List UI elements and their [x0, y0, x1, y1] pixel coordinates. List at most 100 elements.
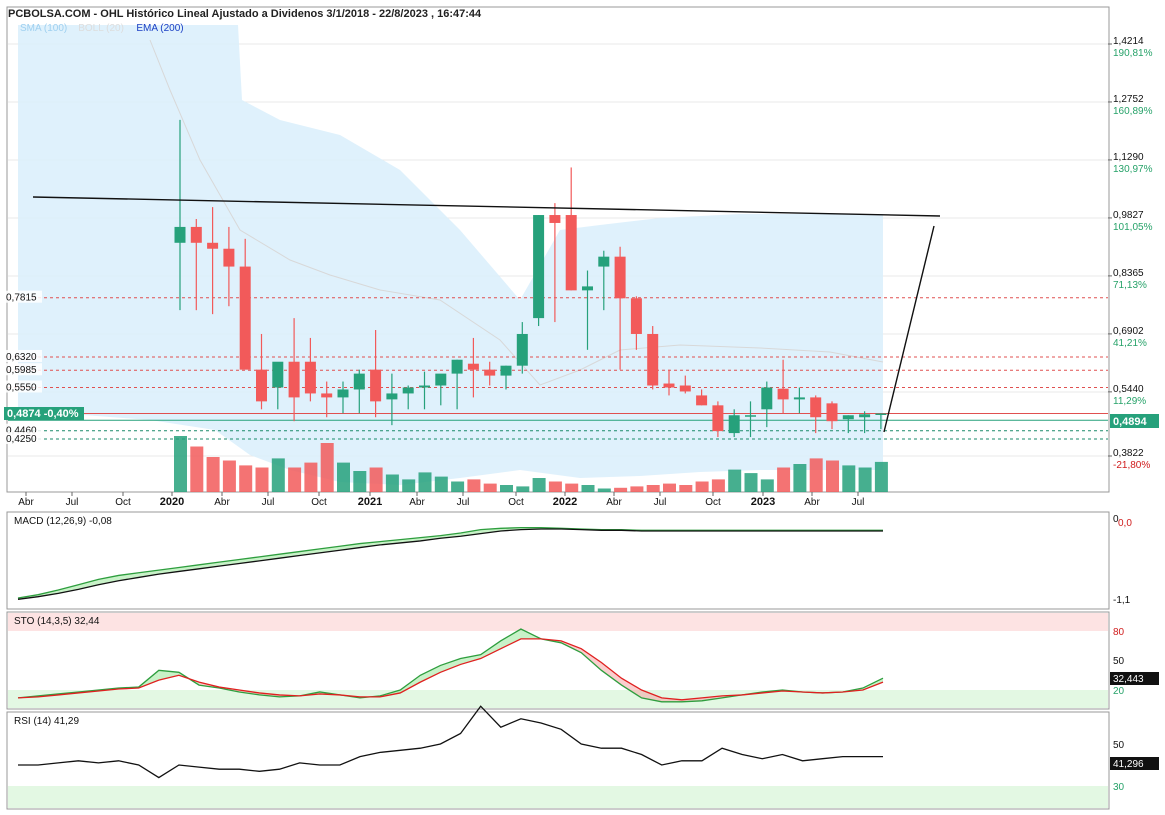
candle-body — [207, 242, 219, 249]
volume-bar — [418, 472, 432, 492]
candle-body — [663, 383, 675, 388]
sto-overbought-zone — [8, 613, 1108, 631]
candle-body — [679, 385, 691, 392]
sto-current-value: 32,443 — [1113, 674, 1144, 685]
volume-bar — [695, 481, 709, 492]
volume-bar — [174, 436, 187, 492]
x-tick-label: Abr — [606, 497, 622, 508]
current-price-value: 0,4894 — [1113, 416, 1148, 428]
candle-body — [451, 359, 463, 374]
macd-axis-bottom: -1,1 — [1113, 595, 1131, 606]
volume-bar — [500, 485, 513, 492]
volume-bar — [190, 446, 204, 492]
candle-body — [826, 403, 838, 422]
macd-panel: MACD (12,26,9) -0,08 0 0,0 -1,1 — [6, 511, 1132, 610]
x-tick-label: 2023 — [751, 496, 775, 508]
candle-body — [745, 415, 756, 417]
volume-bar — [483, 483, 497, 492]
price-tick-label: 0,5440 — [1113, 384, 1144, 395]
sto-axis-50: 50 — [1113, 656, 1125, 667]
volume-bar — [614, 487, 628, 492]
price-tick-label: 1,4214 — [1113, 36, 1144, 47]
volume-bar — [826, 460, 839, 492]
macd-label: MACD (12,26,9) -0,08 — [14, 516, 112, 527]
candle-body — [859, 414, 871, 418]
candle-body — [174, 226, 186, 243]
candle-body — [696, 395, 708, 406]
x-tick-label: 2022 — [553, 496, 577, 508]
rsi-panel: RSI (14) 41,29 50 30 41,296 — [6, 705, 1159, 810]
legend-entry: SMA (100) — [20, 23, 67, 34]
legend-entry: EMA (200) — [136, 23, 183, 34]
volume-bar — [597, 488, 611, 492]
volume-bar — [304, 462, 318, 492]
candle-body — [630, 298, 642, 334]
price-tick-label: 0,8365 — [1113, 268, 1144, 279]
current-price-tag: 0,4894 — [1110, 414, 1159, 428]
candle-body — [875, 413, 887, 415]
volume-bar — [777, 467, 791, 492]
candle-body — [288, 361, 300, 398]
candle-body — [304, 361, 316, 394]
volume-bar — [744, 473, 758, 492]
volume-bar — [320, 443, 334, 492]
x-tick-label: Abr — [409, 497, 425, 508]
volume-bar — [402, 479, 416, 492]
volume-bar — [239, 465, 253, 492]
price-tick-pct: 130,97% — [1113, 164, 1153, 175]
candle-body — [402, 387, 414, 394]
x-tick-label: Jul — [852, 497, 865, 508]
volume-bar — [646, 485, 660, 492]
volume-bar — [809, 458, 823, 492]
candle-body — [647, 333, 659, 386]
rsi-label: RSI (14) 41,29 — [14, 716, 79, 727]
candle-body — [565, 215, 577, 291]
price-tick-pct: 160,89% — [1113, 106, 1153, 117]
candle-body — [777, 388, 789, 400]
price-tick-pct: 41,21% — [1113, 338, 1147, 349]
volume-bar — [467, 479, 481, 492]
rsi-axis-30: 30 — [1113, 782, 1125, 793]
volume-bar — [630, 486, 644, 492]
candle-body — [386, 393, 398, 400]
x-tick-label: Oct — [508, 497, 524, 508]
x-tick-label: Jul — [262, 497, 275, 508]
candle-body — [516, 333, 528, 366]
volume-bar — [728, 469, 742, 492]
x-tick-label: Oct — [115, 497, 131, 508]
candle-body — [484, 369, 496, 376]
volume-bar — [206, 457, 220, 492]
volume-bar — [353, 471, 367, 492]
sto-label: STO (14,3,5) 32,44 — [14, 616, 100, 627]
macd-axis-zero: 0,0 — [1118, 518, 1132, 529]
level-label: 0,7815 — [6, 293, 37, 304]
candle-body — [712, 405, 724, 432]
volume-bar — [451, 481, 465, 492]
chart-title: PCBOLSA.COM - OHL Histórico Lineal Ajust… — [8, 8, 482, 20]
x-tick-label: Oct — [705, 497, 721, 508]
volume-bar — [793, 464, 807, 492]
candle-body — [223, 248, 235, 267]
volume-bar — [271, 458, 285, 492]
price-axis: 1,4214190,81% 1,2752160,89% 1,1290130,97% 0… — [1108, 36, 1153, 471]
volume-bar — [679, 485, 693, 492]
volume-bar — [581, 485, 595, 492]
price-tick-pct: 11,29% — [1113, 396, 1146, 407]
x-tick-label: 2021 — [358, 496, 382, 508]
indicator-legend: SMA (100) BOLL (20) EMA (200) — [20, 23, 184, 34]
x-tick-label: Jul — [457, 497, 470, 508]
volume-bar — [369, 467, 383, 492]
candle-body — [419, 385, 430, 388]
volume-bar — [711, 479, 725, 492]
price-tick-pct: -21,80% — [1113, 460, 1150, 471]
price-tick-label: 1,2752 — [1113, 94, 1144, 105]
price-tick-label: 0,6902 — [1113, 326, 1144, 337]
volume-bar — [842, 465, 856, 492]
x-tick-label: Jul — [66, 497, 79, 508]
candle-body — [582, 286, 593, 291]
candle-body — [190, 226, 202, 243]
candle-body — [256, 369, 267, 402]
volume-bar — [385, 474, 399, 492]
rsi-current-value: 41,296 — [1113, 759, 1144, 770]
volume-bar — [288, 467, 302, 492]
